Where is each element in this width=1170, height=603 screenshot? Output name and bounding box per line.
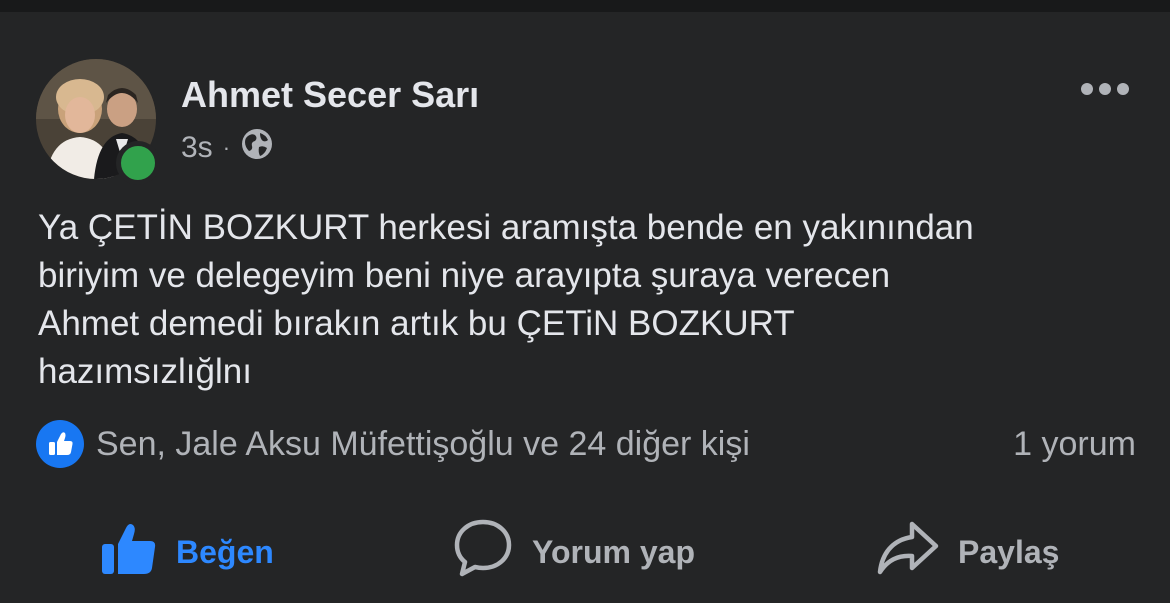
online-status-indicator — [116, 141, 160, 185]
like-button[interactable]: Beğen — [98, 520, 274, 584]
comment-bubble-icon — [452, 517, 514, 587]
post-actions: Beğen Yorum yap Paylaş — [0, 517, 1170, 587]
top-divider — [0, 0, 1170, 12]
comment-button[interactable]: Yorum yap — [452, 517, 695, 587]
reactions-bar: Sen, Jale Aksu Müfettişoğlu ve 24 diğer … — [36, 420, 1136, 468]
like-icon[interactable] — [36, 420, 84, 468]
post-text: Ya ÇETİN BOZKURT herkesi aramışta bende … — [38, 208, 974, 391]
globe-icon[interactable] — [240, 127, 274, 169]
like-button-label: Beğen — [176, 533, 274, 570]
thumbs-up-icon — [98, 518, 158, 586]
comment-count[interactable]: 1 yorum — [1013, 425, 1136, 464]
post-meta: 3s · — [181, 128, 274, 168]
reaction-summary[interactable]: Sen, Jale Aksu Müfettişoğlu ve 24 diğer … — [96, 425, 750, 464]
post-card: Ahmet Secer Sarı 3s · Ya ÇETİN BOZKURT h… — [0, 12, 1170, 603]
comment-button-label: Yorum yap — [532, 533, 695, 570]
post-timestamp[interactable]: 3s — [181, 131, 213, 165]
share-button[interactable]: Paylaş — [876, 520, 1059, 584]
share-arrow-icon — [876, 518, 940, 586]
share-button-label: Paylaş — [958, 533, 1060, 570]
more-options-icon[interactable] — [1080, 82, 1130, 102]
meta-separator: · — [222, 135, 231, 160]
author-name[interactable]: Ahmet Secer Sarı — [181, 74, 479, 116]
